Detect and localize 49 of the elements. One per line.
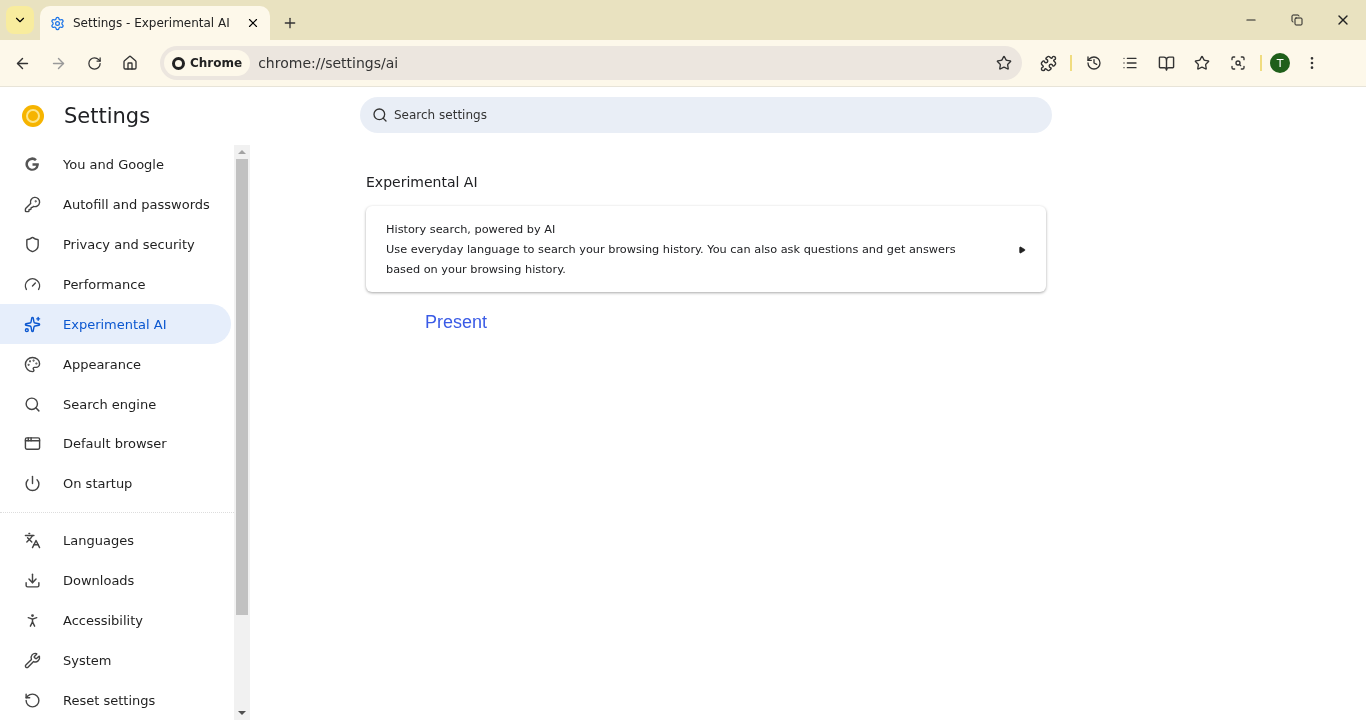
- key-icon: [24, 196, 41, 214]
- present-text: Present: [425, 312, 489, 333]
- star-icon: [996, 55, 1012, 71]
- plus-icon: [282, 15, 298, 31]
- sidebar-item[interactable]: On startup: [0, 463, 231, 504]
- window-icon: [24, 435, 41, 453]
- wrench-icon: [24, 651, 41, 669]
- sidebar-item[interactable]: Reset settings: [0, 680, 231, 720]
- restore-icon: [1291, 14, 1303, 26]
- download-icon: [24, 572, 41, 589]
- sidebar-item[interactable]: Languages: [0, 520, 231, 561]
- sparkle-icon: [24, 315, 41, 333]
- reload-icon: [86, 55, 102, 71]
- sidebar-item[interactable]: Downloads: [0, 560, 231, 601]
- sidebar-item[interactable]: Search engine: [0, 384, 231, 424]
- sidebar-item[interactable]: Accessibility: [0, 600, 231, 641]
- sidebar-item[interactable]: You and Google: [0, 145, 231, 185]
- search-icon: [24, 395, 41, 413]
- section-title: Experimental AI: [366, 174, 479, 190]
- site-chip[interactable]: Chrome: [164, 50, 251, 76]
- home-icon: [122, 55, 138, 71]
- gear-icon: [50, 15, 65, 31]
- sidebar-item[interactable]: System: [0, 640, 231, 681]
- page-title: Settings: [64, 104, 151, 128]
- browser-tab[interactable]: Settings - Experimental AI: [40, 6, 270, 40]
- sidebar-item[interactable]: Default browser: [0, 424, 231, 464]
- close-icon[interactable]: [246, 16, 260, 30]
- palette-icon: [24, 355, 41, 373]
- search-icon: [372, 107, 388, 123]
- power-icon: [24, 475, 41, 493]
- tab-title: Settings - Experimental AI: [73, 16, 231, 30]
- scrollbar[interactable]: [234, 145, 250, 720]
- gauge-icon: [24, 276, 41, 293]
- sidebar-item[interactable]: Performance: [0, 264, 231, 305]
- sidebar-item[interactable]: Privacy and security: [0, 224, 231, 265]
- card-title: History search, powered by AI: [386, 222, 557, 238]
- reset-icon: [24, 691, 41, 709]
- settings-card[interactable]: History search, powered by AI Use everyday language to search your browsing history. You can also ask questions and get answers based on your browsing history.: [366, 206, 1046, 292]
- sidebar-item[interactable]: Autofill and passwords: [0, 184, 231, 225]
- url-text: chrome://settings/ai: [258, 55, 400, 71]
- search-field[interactable]: Search settings: [360, 97, 1052, 133]
- card-description: Use everyday language to search your browsing history. You can also ask questions and get answers based on your browsing history.: [386, 242, 957, 278]
- sidebar-item[interactable]: Experimental AI: [0, 304, 231, 345]
- shield-icon: [24, 236, 41, 254]
- translate-icon: [24, 532, 41, 550]
- address-bar[interactable]: Chrome chrome://settings/ai: [160, 46, 1022, 80]
- google-g-icon: [24, 156, 41, 174]
- sidebar-item[interactable]: Appearance: [0, 344, 231, 385]
- profile-avatar[interactable]: T: [1270, 53, 1290, 73]
